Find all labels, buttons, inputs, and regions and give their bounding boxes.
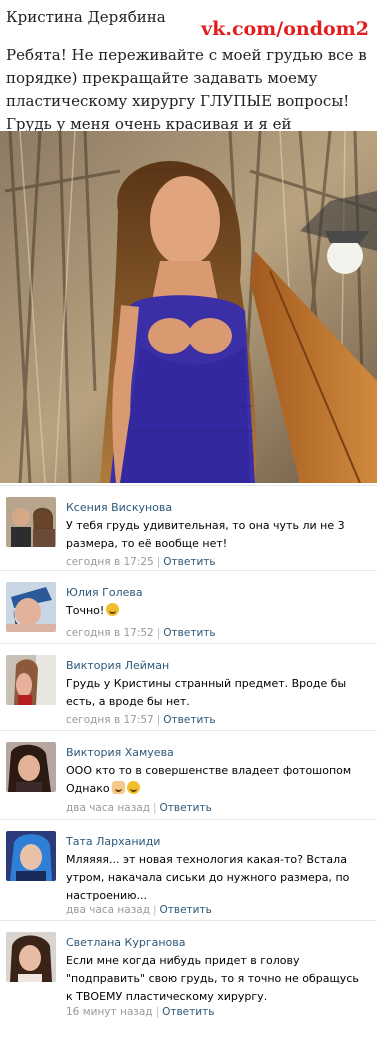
laughing-emoji-icon [126,781,140,794]
avatar-image [6,932,56,982]
avatar-image [6,655,56,705]
comment-author[interactable]: Виктория Лейман [66,659,169,672]
avatar-image [6,497,56,547]
avatar[interactable] [6,582,56,632]
comment-meta: сегодня в 17:57 | Ответить [66,714,216,726]
reply-link[interactable]: Ответить [163,714,215,726]
comment-time[interactable]: два часа назад [66,802,150,814]
comment-author[interactable]: Ксения Вискунова [66,501,172,514]
avatar-image [6,831,56,881]
avatar[interactable] [6,831,56,881]
separator: | [152,904,157,916]
comment-time[interactable]: сегодня в 17:25 [66,556,154,568]
reply-link[interactable]: Ответить [160,904,212,916]
comment-text: Точно! [66,602,366,620]
comment-text: Если мне когда нибудь придет в голову "п… [66,954,359,1003]
separator: | [152,802,157,814]
comment-item: Виктория Хамуева ООО кто то в совершенст… [0,730,377,819]
thumbs-up-emoji-icon [111,781,125,794]
comment-item: Тата Ларханиди Мляяяя... эт новая технол… [0,819,377,920]
avatar-image [6,582,56,632]
comment-meta: сегодня в 17:25 | Ответить [66,556,216,568]
watermark: vk.com/ondom2 [201,18,369,40]
comment-item: Юлия Голева Точно! сегодня в 17:52 | Ответ… [0,570,377,643]
reply-link[interactable]: Ответить [163,627,215,639]
comment-text-line1: ООО кто то в совершенстве владеет фотошо… [66,764,352,777]
comment-author[interactable]: Виктория Хамуева [66,746,174,759]
reply-link[interactable]: Ответить [160,802,212,814]
avatar[interactable] [6,932,56,982]
avatar[interactable] [6,655,56,705]
comment-author[interactable]: Юлия Голева [66,586,143,599]
comment-time[interactable]: сегодня в 17:57 [66,714,154,726]
comment-text: У тебя грудь удивительная, то она чуть л… [66,519,345,550]
comment-text-line2: Однако [66,782,110,795]
comments-list: Ксения Вискунова У тебя грудь удивительн… [0,485,377,1026]
separator: | [156,556,161,568]
post-header: Кристина Дерябина vk.com/ondom2 Ребята! … [0,0,377,156]
comment-time[interactable]: 16 минут назад [66,1006,153,1018]
comment-item: Ксения Вискунова У тебя грудь удивительн… [0,485,377,570]
comment-meta: два часа назад | Ответить [66,904,212,916]
post-author[interactable]: Кристина Дерябина [6,8,166,26]
separator: | [156,627,161,639]
avatar[interactable] [6,742,56,792]
comment-item: Виктория Лейман Грудь у Кристины странны… [0,643,377,730]
separator: | [155,1006,160,1018]
avatar-image [6,742,56,792]
comment-text: Мляяяя... эт новая технология какая-то? … [66,853,350,902]
comment-text-body: Точно! [66,604,105,617]
comment-meta: сегодня в 17:52 | Ответить [66,627,216,639]
photo-image [0,131,377,483]
comment-time[interactable]: сегодня в 17:52 [66,627,154,639]
avatar[interactable] [6,497,56,547]
separator: | [156,714,161,726]
comment-text: ООО кто то в совершенстве владеет фотошо… [66,762,366,798]
comment-author[interactable]: Светлана Курганова [66,936,186,949]
comment-time[interactable]: два часа назад [66,904,150,916]
reply-link[interactable]: Ответить [163,556,215,568]
post-photo[interactable] [0,131,377,483]
comment-meta: два часа назад | Ответить [66,802,212,814]
comment-item: Светлана Курганова Если мне когда нибудь… [0,920,377,1026]
smile-emoji-icon [106,603,120,616]
reply-link[interactable]: Ответить [162,1006,214,1018]
comment-author[interactable]: Тата Ларханиди [66,835,160,848]
comment-text: Грудь у Кристины странный предмет. Вроде… [66,677,347,708]
comment-meta: 16 минут назад | Ответить [66,1006,214,1018]
